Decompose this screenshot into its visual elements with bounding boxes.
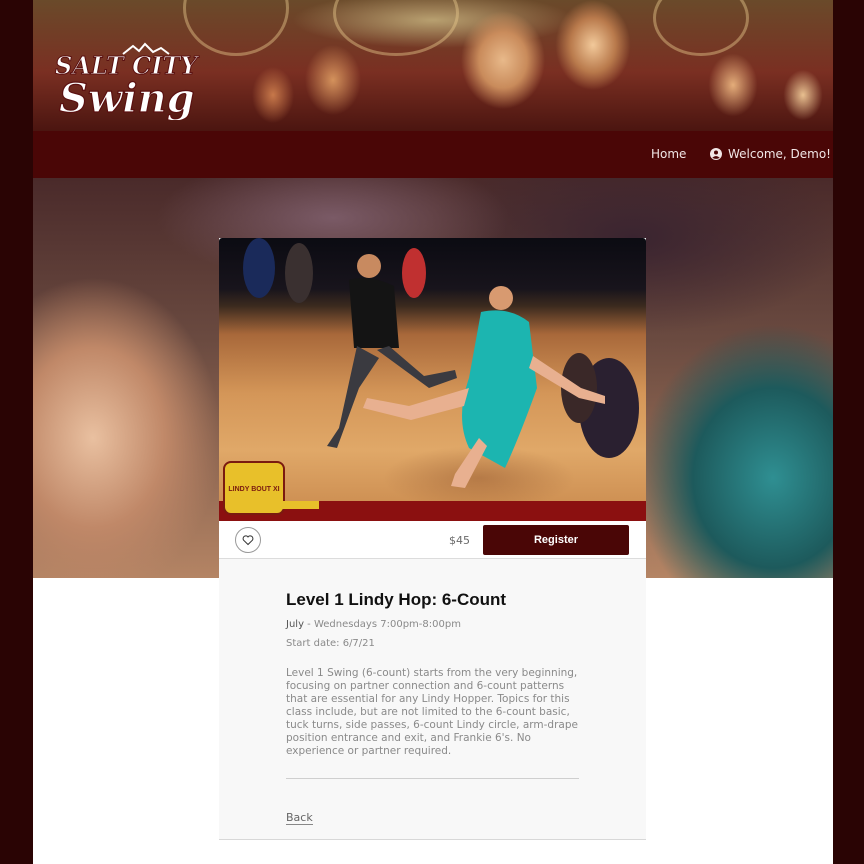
page: SALT CITY Swing Home Welcome, Demo! LIND… bbox=[33, 0, 833, 864]
event-title: Level 1 Lindy Hop: 6-Count bbox=[286, 590, 507, 609]
event-description: Level 1 Swing (6-count) starts from the … bbox=[286, 667, 578, 757]
lindy-bout-badge-text: LINDY BOUT XI bbox=[228, 486, 279, 493]
event-card: LINDY BOUT XI $45 Register Level 1 Lindy… bbox=[219, 238, 646, 840]
content-divider bbox=[286, 778, 579, 779]
event-price: $45 bbox=[449, 534, 470, 547]
lindy-bout-badge: LINDY BOUT XI bbox=[223, 461, 285, 515]
event-schedule: July - Wednesdays 7:00pm-8:00pm bbox=[286, 619, 579, 630]
event-actions-bar: $45 Register bbox=[219, 521, 646, 559]
badge-tag bbox=[279, 501, 319, 509]
event-details: Level 1 Lindy Hop: 6-Count July - Wednes… bbox=[286, 590, 579, 758]
nav-welcome-label: Welcome, Demo! bbox=[728, 147, 831, 161]
event-photo: LINDY BOUT XI bbox=[219, 238, 646, 521]
user-circle-icon bbox=[710, 148, 722, 160]
schedule-time: Wednesdays 7:00pm-8:00pm bbox=[313, 619, 461, 630]
salt-city-swing-logo[interactable]: SALT CITY Swing bbox=[53, 40, 223, 120]
schedule-separator: - bbox=[303, 619, 314, 630]
nav-home-link[interactable]: Home bbox=[651, 147, 686, 161]
event-start-date: Start date: 6/7/21 bbox=[286, 638, 375, 649]
schedule-month: July bbox=[286, 619, 304, 630]
heart-icon bbox=[242, 535, 254, 546]
svg-text:Swing: Swing bbox=[59, 75, 195, 120]
register-button[interactable]: Register bbox=[483, 525, 629, 555]
top-nav: Home Welcome, Demo! bbox=[33, 131, 833, 178]
back-link[interactable]: Back bbox=[286, 811, 313, 825]
header-banner: SALT CITY Swing bbox=[33, 0, 833, 131]
favorite-button[interactable] bbox=[235, 527, 261, 553]
nav-user-menu[interactable]: Welcome, Demo! bbox=[710, 147, 831, 161]
